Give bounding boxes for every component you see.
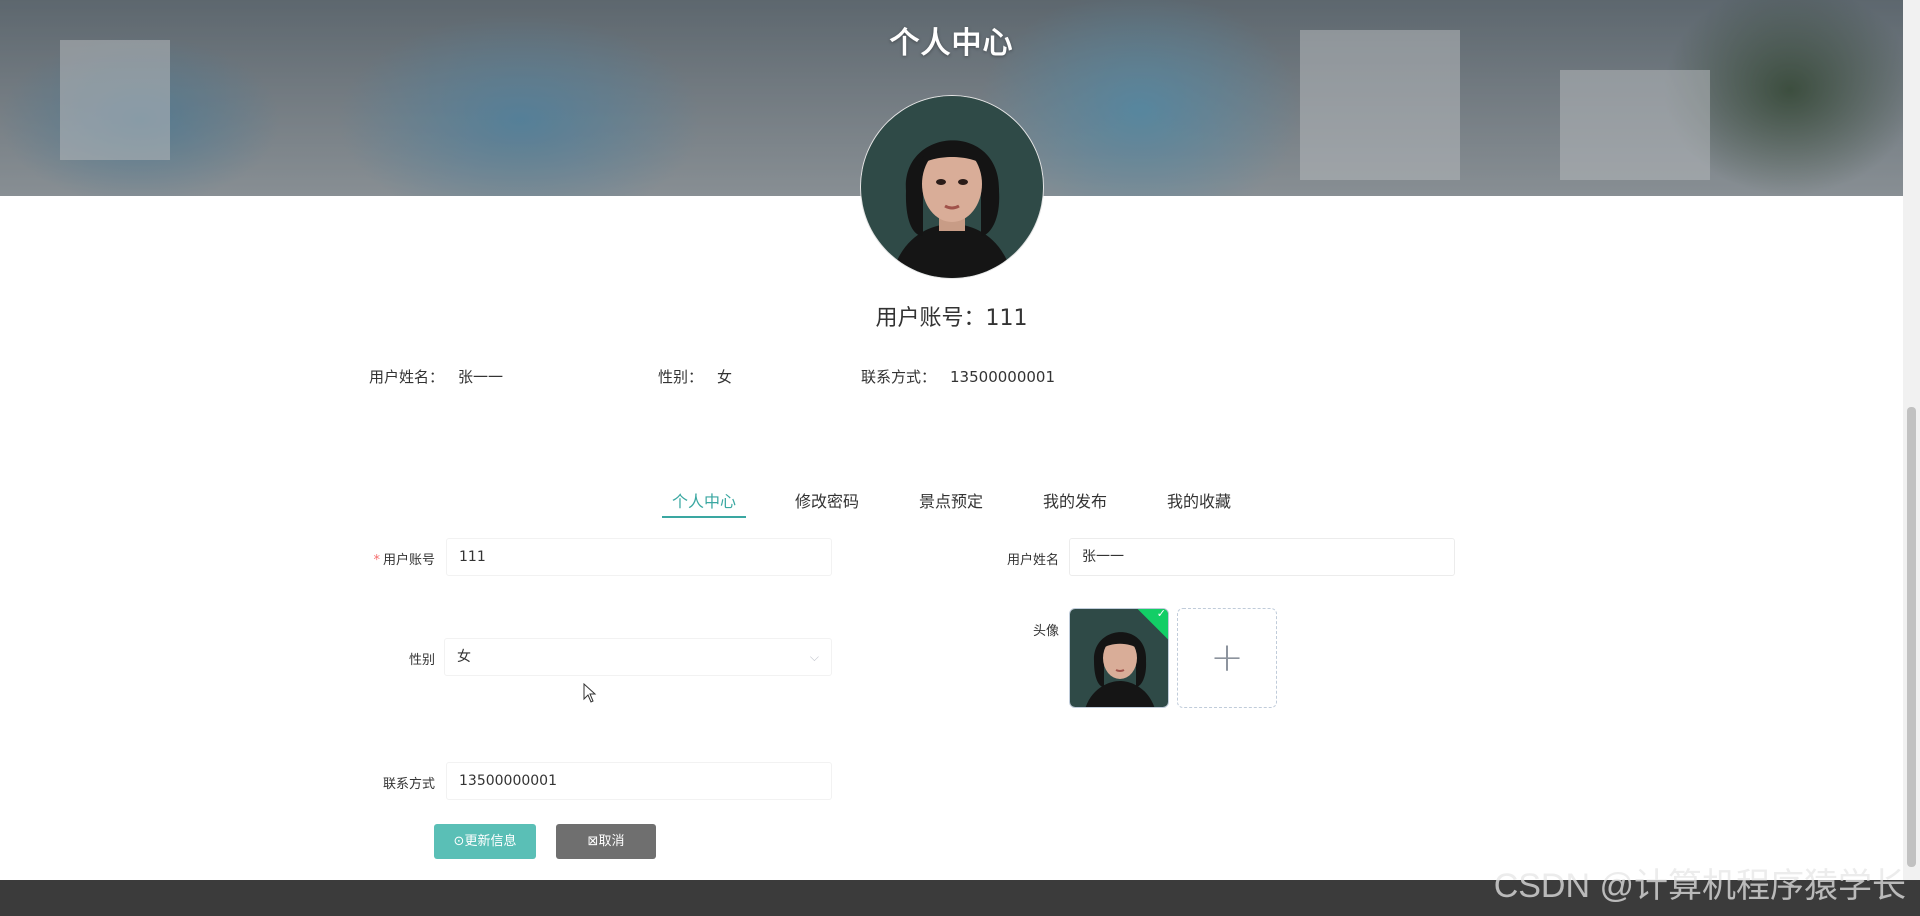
info-name-label: 用户姓名：	[369, 368, 445, 386]
info-phone-label: 联系方式：	[861, 368, 937, 386]
account-summary: 用户账号：111	[0, 300, 1903, 332]
info-phone: 联系方式： 13500000001	[861, 366, 1055, 387]
profile-tabs: 个人中心 修改密码 景点预定 我的发布 我的收藏	[0, 480, 1903, 520]
gender-field-label: 性别	[408, 653, 435, 668]
avatar-upload-thumbnail[interactable]: ✓	[1069, 608, 1169, 708]
vertical-scrollbar[interactable]	[1903, 0, 1920, 880]
update-button-label: 更新信息	[464, 834, 517, 849]
tab-personal-center[interactable]: 个人中心	[672, 488, 736, 512]
chevron-down-icon: ⌵	[809, 650, 819, 664]
gender-select-value: 女	[457, 649, 471, 665]
page-title: 个人中心	[889, 26, 1014, 61]
scrollbar-thumb[interactable]	[1907, 407, 1916, 867]
tab-attraction-booking[interactable]: 景点预定	[919, 488, 983, 512]
tab-my-posts[interactable]: 我的发布	[1043, 488, 1107, 512]
plus-icon: +	[1210, 635, 1244, 681]
account-summary-label: 用户账号：	[875, 306, 986, 331]
avatar-field-label: 头像	[1032, 624, 1059, 639]
info-gender-value: 女	[717, 368, 733, 386]
account-input[interactable]: 111	[446, 538, 832, 576]
mouse-cursor-icon	[583, 683, 597, 703]
phone-field-label: 联系方式	[382, 777, 435, 792]
info-name: 用户姓名： 张一一	[369, 366, 503, 387]
account-summary-value: 111	[985, 306, 1028, 331]
name-input[interactable]: 张一一	[1069, 538, 1455, 576]
close-square-icon: ⊠	[587, 834, 599, 849]
check-icon: ✓	[1156, 608, 1166, 621]
gender-select[interactable]: 女 ⌵	[444, 638, 832, 676]
tab-active-indicator	[662, 516, 746, 518]
profile-avatar	[861, 96, 1043, 278]
update-info-button[interactable]: ⊙更新信息	[434, 824, 536, 859]
circle-check-icon: ⊙	[453, 834, 465, 849]
info-gender-label: 性别：	[658, 368, 704, 386]
required-mark: *	[373, 553, 380, 568]
watermark: CSDN @计算机程序猿学长	[1493, 867, 1906, 905]
avatar-upload-button[interactable]: +	[1177, 608, 1277, 708]
cancel-button-label: 取消	[598, 834, 625, 849]
name-field-label: 用户姓名	[1006, 553, 1059, 568]
info-name-value: 张一一	[458, 368, 504, 386]
account-label-text: 用户账号	[382, 553, 435, 568]
tab-my-favorites[interactable]: 我的收藏	[1167, 488, 1231, 512]
tab-change-password[interactable]: 修改密码	[795, 488, 859, 512]
phone-input[interactable]: 13500000001	[446, 762, 832, 800]
info-phone-value: 13500000001	[950, 368, 1055, 386]
info-gender: 性别： 女	[658, 366, 732, 387]
cancel-button[interactable]: ⊠取消	[556, 824, 656, 859]
account-field-label: * 用户账号	[330, 549, 435, 568]
